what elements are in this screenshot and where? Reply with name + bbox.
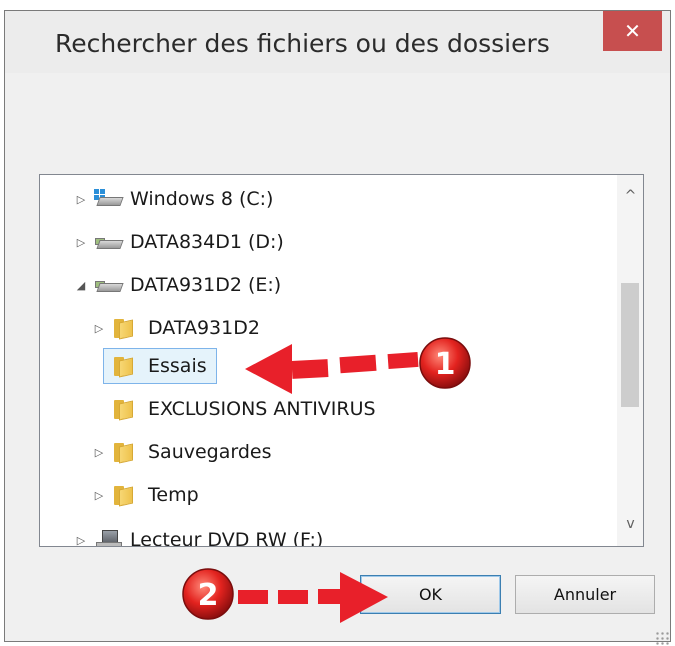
arrow-dash bbox=[291, 359, 329, 379]
arrow-head-1 bbox=[245, 344, 292, 394]
arrow-dash bbox=[339, 354, 377, 374]
badge-2: 2 bbox=[182, 568, 234, 620]
arrow-dash bbox=[278, 590, 308, 604]
arrow-head-2 bbox=[340, 572, 388, 623]
annotation-overlay: 1 2 bbox=[182, 337, 471, 623]
badge-1: 1 bbox=[419, 337, 471, 389]
arrow-annotation-1 bbox=[245, 344, 419, 394]
badge-2-label: 2 bbox=[198, 578, 219, 613]
badge-1-label: 1 bbox=[435, 347, 456, 382]
arrow-dash bbox=[318, 589, 342, 604]
arrow-annotation-2 bbox=[238, 572, 388, 623]
arrow-dash bbox=[387, 351, 419, 370]
arrow-dash bbox=[238, 590, 268, 604]
